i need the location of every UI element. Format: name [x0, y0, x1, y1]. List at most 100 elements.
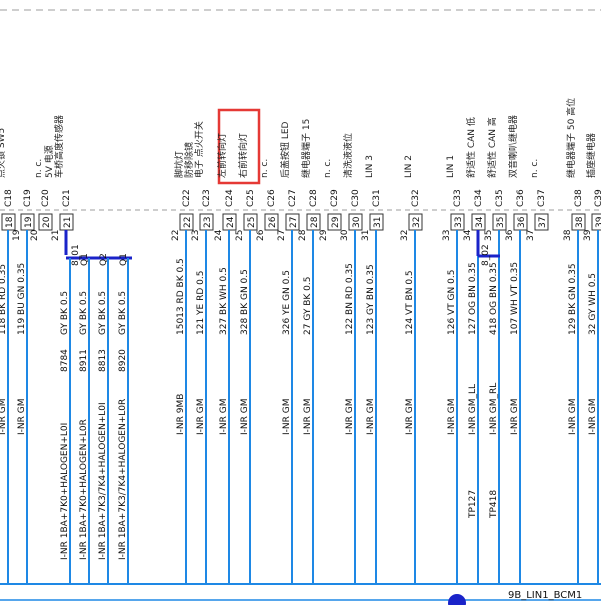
- connector-column-c33: LIN 1 C33 3333 126 VT GN 0.5 I-NR GM: [442, 155, 465, 584]
- pin-label: 22: [171, 230, 181, 241]
- function-label: 继电器端子 15: [300, 119, 312, 178]
- connector-column-c37: n. c. C37 3737: [526, 159, 549, 241]
- pin-label: 29: [319, 229, 329, 241]
- connector-id: C20: [41, 189, 51, 207]
- pin-label: 27: [277, 230, 287, 241]
- connector-column-c30: 清洗液液位 C30 3030 122 BN RD 0.35 I-NR GM: [340, 133, 363, 584]
- connector-column-c22: 脚坑灯 C22 2222 15013 RD BK 0.5 I-NR 9MB: [171, 151, 194, 584]
- pin-number: 25: [247, 217, 257, 228]
- wire-spec: 122 BN RD 0.35: [345, 263, 355, 335]
- pin-number: 18: [5, 216, 15, 228]
- branch-note: I-NR 1BA+7K3/7K4+HALOGEN+L0R: [118, 399, 128, 560]
- connector-id: C33: [453, 189, 463, 207]
- footer-label: 9B_LIN1_BCM1: [508, 590, 582, 601]
- pin-number: 28: [310, 216, 320, 228]
- connector-id: C38: [574, 189, 584, 207]
- wire-spec: 123 GY BN 0.35: [366, 264, 376, 335]
- pin-number: 29: [331, 216, 341, 228]
- branch-code: 8813: [98, 349, 108, 372]
- pin-number: 34: [475, 216, 485, 228]
- connector-column-c36: 双音喇叭继电器 C36 3636 107 WH VT 0.35 I-NR GM: [505, 115, 528, 584]
- function-label: 电子 点火开关: [193, 121, 205, 178]
- function-label: LIN 3: [365, 155, 375, 178]
- connector-id: C29: [330, 189, 340, 207]
- function-label: 5V 电源: [43, 145, 55, 178]
- harness-label: I-NR GM: [240, 399, 250, 436]
- pin-label: 39: [583, 229, 593, 241]
- function-label: 舒适性 CAN 低: [465, 117, 477, 178]
- branch-code: 8920: [118, 349, 128, 372]
- wire-spec: 124 VT BN 0.5: [405, 270, 415, 335]
- branch-code: 8911: [79, 349, 89, 372]
- branch-note: I-NR 1BA+7K0+HALOGEN+L0R: [79, 419, 89, 560]
- pin-number: 26: [268, 216, 278, 228]
- harness-label: I-NR GM_LL: [468, 384, 478, 435]
- harness-label: I-NR GM: [510, 399, 520, 436]
- test-point-label: TP418: [489, 490, 499, 519]
- wire-spec: 418 OG BN 0.35: [489, 262, 499, 335]
- pin-number: 32: [412, 217, 422, 228]
- connector-column-c18: 点火锁 SW2电子点火锁 SW5C181818118 BK RD 0.35I-N…: [0, 128, 16, 584]
- pin-label: 38: [563, 229, 573, 241]
- connector-column-c19: C19 1919 119 BU GN 0.35 I-NR GM: [12, 189, 35, 584]
- connector-id: C35: [495, 189, 505, 207]
- connector-id: C24: [225, 189, 235, 207]
- function-label: 清洗液液位: [342, 133, 354, 178]
- pin-number: 31: [373, 217, 383, 228]
- harness-label: I-NR GM_RL: [489, 383, 499, 435]
- wire-spec: 121 YE RD 0.5: [196, 271, 206, 335]
- connector-column-c32: LIN 2 C32 3232 124 VT BN 0.5 I-NR GM: [400, 155, 423, 584]
- connector-id: C25: [246, 189, 256, 207]
- connector-column-c25: 右前转向灯 C25 2525 328 BK GN 0.5 I-NR GM: [235, 133, 258, 584]
- wire-spec: 127 OG BN 0.35: [468, 262, 478, 335]
- harness-label: I-NR GM: [219, 399, 229, 436]
- function-label: 插座继电器: [585, 133, 597, 178]
- connector-id: C18: [4, 189, 14, 207]
- connector-id: C26: [267, 189, 277, 207]
- function-label: LIN 1: [446, 155, 456, 178]
- pin-number: 20: [42, 216, 52, 228]
- pin-label: 30: [340, 229, 350, 241]
- can-splice-label: 8_02: [481, 244, 491, 266]
- pin-label: 23: [191, 230, 201, 241]
- function-label: 右前转向灯: [237, 133, 249, 178]
- test-point-label: TP127: [468, 490, 478, 519]
- connector-column-c39: 插座继电器 C39 3939 32 GY WH 0.5 I-NR GM: [583, 133, 601, 584]
- harness-label: I-NR GM: [447, 399, 457, 436]
- wire-spec: 107 WH VT 0.35: [510, 262, 520, 335]
- connector-id: C37: [537, 189, 547, 207]
- pin-label: 20: [30, 229, 40, 241]
- function-label: 防移除镜: [183, 142, 195, 178]
- harness-label: I-NR GM: [303, 399, 313, 436]
- pin-label: 19: [12, 229, 22, 241]
- connector-column-c38: 继电器端子 50 高位 C38 3838 129 BK GN 0.35 I-NR GM: [563, 98, 586, 584]
- connector-column-c27: 后盖按钮 LED C27 2727 326 YE GN 0.5 I-NR GM: [277, 121, 300, 584]
- connector-id: C36: [516, 189, 526, 207]
- pin-number: 19: [24, 216, 34, 228]
- pin-number: 24: [226, 216, 236, 228]
- function-label: n. c.: [34, 159, 44, 178]
- function-label: 继电器端子 50 高位: [565, 98, 577, 178]
- harness-label: I-NR GM: [588, 399, 598, 436]
- branch-code: 8784: [60, 349, 70, 372]
- branch-spec: GY BK 0.5: [79, 291, 89, 335]
- pin-number: 35: [496, 217, 506, 228]
- pin-label: 31: [361, 230, 371, 241]
- pin-label: 33: [442, 230, 452, 241]
- function-label: n. c.: [323, 159, 333, 178]
- function-label: n. c.: [260, 159, 270, 178]
- connector-id: C30: [351, 189, 361, 207]
- harness-label: I-NR GM: [345, 399, 355, 436]
- harness-label: I-NR GM: [17, 399, 27, 436]
- function-label: 点火锁 SW5: [0, 128, 7, 178]
- pin-number: 27: [289, 217, 299, 228]
- harness-label: I-NR GM: [568, 399, 578, 436]
- pin-label: 32: [400, 230, 410, 241]
- connector-id: C22: [182, 189, 192, 207]
- pin-label: 34: [463, 229, 473, 241]
- pin-number: 39: [595, 216, 601, 228]
- connector-column-c26: n. c. C26 2626: [256, 159, 279, 241]
- harness-label: I-NR GM: [282, 399, 292, 436]
- pin-label: 37: [526, 230, 536, 241]
- function-label: LIN 2: [404, 155, 414, 178]
